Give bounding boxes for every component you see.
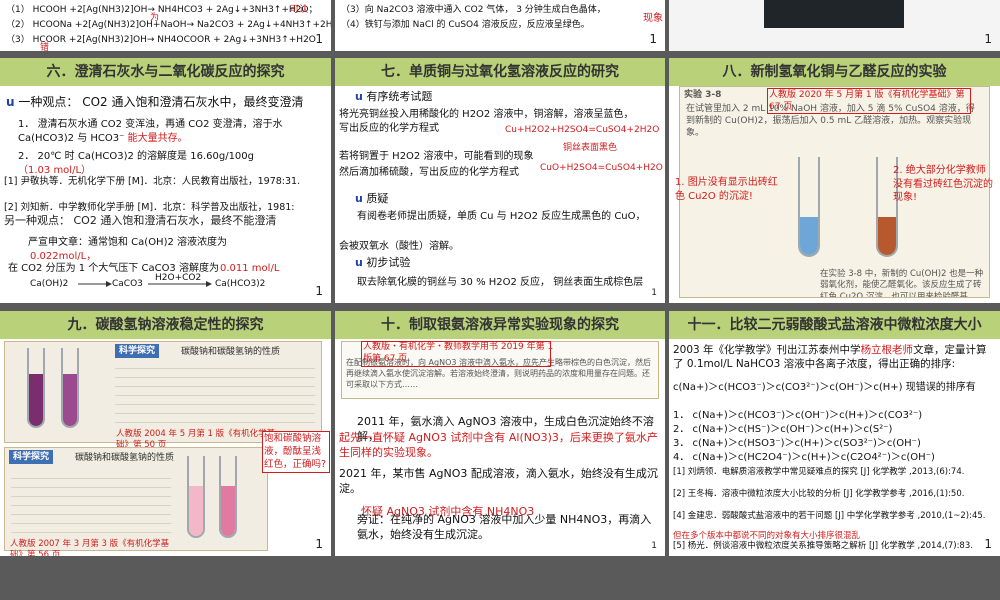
note-acceptable: 可认 bbox=[290, 5, 309, 15]
slide-title: 十．制取银氨溶液异常实验现象的探究 bbox=[335, 311, 665, 339]
test-tube-light-2 bbox=[219, 456, 237, 538]
evidence: 旁证：在纯净的 AgNO3 溶液中加入少量 NH4NO3，再滴入氨水，始终没有生… bbox=[357, 513, 652, 541]
slide-experiment-phenomena[interactable]: （3）向 Na2CO3 溶液中通入 CO2 气体， 3 分钟生成白色晶体， （4… bbox=[335, 0, 665, 51]
test-tube-blue bbox=[798, 157, 820, 257]
page-number: 1 bbox=[315, 283, 323, 298]
doubt-text-2: 会被双氧水（酸性）溶解。 bbox=[339, 241, 459, 252]
question-note: 饱和碳酸钠溶液，酚酞呈浅红色，正确吗? bbox=[262, 431, 330, 474]
slide-title: 八．新制氢氧化铜与乙醛反应的实验 bbox=[669, 58, 1000, 86]
page-number: 1 bbox=[651, 287, 657, 298]
slide-limewater-co2[interactable]: 六．澄清石灰水与二氧化碳反应的探究 u 一种观点： CO2 通入饱和澄清石灰水中… bbox=[0, 58, 331, 303]
observation-note-1: 1. 图片没有显示出砖红色 Cu2O 的沉淀! bbox=[675, 177, 778, 202]
reference-1: [1] 尹敬执等．无机化学下册 [M]．北京：人民教育出版社，1978:31. bbox=[4, 176, 301, 187]
slide-silver-ammonia[interactable]: 十．制取银氨溶液异常实验现象的探究 在配制银氨溶液时，向 AgNO3 溶液中滴入… bbox=[335, 311, 665, 556]
equation-line-2: （2） HCOONa +2[Ag(NH3)2]OH+NaOH→ Na2CO3 +… bbox=[6, 20, 331, 30]
page-number: 1 bbox=[651, 540, 657, 551]
slide-cuoh2-acetaldehyde[interactable]: 八．新制氢氧化铜与乙醛反应的实验 实验 3-8 在试管里加入 2 mL 10% … bbox=[669, 58, 1000, 303]
wrong-order-3: 3． c(Na+)＞c(HSO3⁻)＞c(H+)＞c(SO3²⁻)＞c(OH⁻) bbox=[673, 438, 921, 449]
point-one: 1． 澄清石灰水通 CO2 变浑浊，再通 CO2 变澄清，溶于水 Ca(HCO3… bbox=[18, 119, 283, 144]
test-tube-pink-1 bbox=[27, 348, 45, 428]
heading-exam-question: u 有序统考试题 bbox=[355, 90, 433, 103]
case-2021: 2021 年，某市售 AgNO3 配成溶液，滴入氨水，始终没有生成沉淀。 bbox=[339, 467, 658, 495]
source-box bbox=[767, 88, 971, 114]
slide-copper-h2o2[interactable]: 七．单质铜与过氧化氢溶液反应的研究 u 有序统考试题 将光亮铜丝投入用稀酸化的 … bbox=[335, 58, 665, 303]
note-phenomenon: 现象 bbox=[643, 13, 663, 24]
page-number: 1 bbox=[984, 31, 992, 46]
ref-jin: [4] 金建忠．弱酸酸式盐溶液中的若干问题 [J] 中学化学教学参考 ,2010… bbox=[673, 511, 986, 521]
equation-line-3: （3） HCOOR +2[Ag(NH3)2]OH→ NH4OCOOR + 2Ag… bbox=[6, 35, 316, 45]
answer-1: Cu+H2O2+H2SO4=CuSO4+2H2O bbox=[505, 125, 660, 135]
ref-wang: [2] 王冬梅．溶液中微粒浓度大小比较的分析 [J] 化学教学参考 ,2016,… bbox=[673, 489, 965, 499]
textbook-scan-2007: 科学探究 碳酸钠和碳酸氢钠的性质 bbox=[4, 447, 268, 551]
page-number: 1 bbox=[984, 536, 992, 551]
experiment-explanation: 在实验 3-8 中，新制的 Cu(OH)2 也是一种弱氧化剂，能使乙醛氧化。该反… bbox=[820, 269, 984, 298]
test-text: 取去除氧化膜的铜丝与 30 % H2O2 反应， 铜丝表面生成棕色层 bbox=[357, 277, 644, 288]
ref-yang: [5] 杨光．例谈溶液中微粒浓度关系推导策略之解析 [J] 化学教学 ,2014… bbox=[673, 541, 973, 551]
note-wrong: 错 bbox=[40, 43, 50, 51]
question-2: 若将铜置于 H2O2 溶液中，可能看到的现象 bbox=[339, 151, 534, 162]
classroom-photo bbox=[764, 0, 904, 28]
wrong-order-1: 1． c(Na+)＞c(HCO3⁻)＞c(OH⁻)＞c(H+)＞c(CO3²⁻) bbox=[673, 410, 923, 421]
answer-2: 铜丝表面黑色 bbox=[563, 143, 618, 153]
viewpoint-one: u 一种观点： CO2 通入饱和澄清石灰水中，最终变澄清 bbox=[6, 95, 304, 109]
slide-particle-concentration[interactable]: 十一．比较二元弱酸酸式盐溶液中微粒浓度大小 2003 年《化学教学》刊出江苏泰州… bbox=[669, 311, 1000, 556]
yan-article: 严宣申文章：通常饱和 Ca(OH)2 溶液浓度为 bbox=[28, 237, 228, 248]
textbook-scan-2004: 科学探究 碳酸钠和碳酸氢钠的性质 bbox=[4, 341, 322, 443]
point-two: 2． 20℃ 时 Ca(HCO3)2 的溶解度是 16.60g/100g （1.… bbox=[18, 151, 255, 176]
science-inquiry-label-2: 科学探究 bbox=[9, 450, 54, 465]
equation-line-1: （1） HCOOH +2[Ag(NH3)2]OH→ NH4HCO3 + 2Ag↓… bbox=[6, 5, 318, 15]
slide-title: 九．碳酸氢钠溶液稳定性的探究 bbox=[0, 311, 331, 339]
slide-photo[interactable]: 1 bbox=[669, 0, 1000, 51]
page-number: 1 bbox=[315, 536, 323, 551]
slide-silver-mirror-equations[interactable]: （1） HCOOH +2[Ag(NH3)2]OH→ NH4HCO3 + 2Ag↓… bbox=[0, 0, 331, 51]
slide-title: 六．澄清石灰水与二氧化碳反应的探究 bbox=[0, 58, 331, 86]
phenomenon-line-3: （3）向 Na2CO3 溶液中通入 CO2 气体， 3 分钟生成白色晶体， bbox=[341, 5, 606, 15]
slide-nahco3-stability[interactable]: 九．碳酸氢钠溶液稳定性的探究 科学探究 碳酸钠和碳酸氢钠的性质 人教版 2004… bbox=[0, 311, 331, 556]
wrong-order-4: 4． c(Na+)＞c(HC2O4⁻)＞c(H+)＞c(C2O4²⁻)＞c(OH… bbox=[673, 452, 935, 463]
science-inquiry-subtitle: 碳酸钠和碳酸氢钠的性质 bbox=[181, 347, 281, 357]
test-tube-light-1 bbox=[187, 456, 205, 538]
eq-reactant: Ca(OH)2 bbox=[30, 279, 69, 289]
experiment-badge: 实验 3-8 bbox=[684, 90, 722, 100]
test-tube-pink-2 bbox=[61, 348, 79, 428]
heading-doubt: u 质疑 bbox=[355, 192, 389, 205]
wrong-order-2: 2． c(Na+)＞c(HS⁻)＞c(OH⁻)＞c(H+)＞c(S²⁻) bbox=[673, 424, 893, 435]
science-inquiry-subtitle-2: 碳酸钠和碳酸氢钠的性质 bbox=[75, 453, 175, 463]
viewpoint-two: 另一种观点： CO2 通入饱和澄清石灰水，最终不能澄清 bbox=[4, 214, 277, 227]
solubility-value: 0.011 mol/L bbox=[220, 263, 280, 274]
intro-text: 2003 年《化学教学》刊出江苏泰州中学杨立根老师文章，定量计算了 0.1mol… bbox=[673, 344, 987, 371]
page-number: 1 bbox=[649, 31, 657, 46]
procedure-text-block bbox=[115, 360, 315, 430]
procedure-text-block-2 bbox=[11, 470, 171, 540]
case-2011-detail: 起先一直怀疑 AgNO3 试剂中含有 Al(NO3)3，后来更换了氨水产生同样的… bbox=[339, 431, 658, 459]
ref-liu: [1] 刘炳领．电解质溶液教学中常见疑难点的探究 [J] 化学教学 ,2013,… bbox=[673, 467, 965, 477]
slide-title: 七．单质铜与过氧化氢溶液反应的研究 bbox=[335, 58, 665, 86]
reaction-arrows bbox=[78, 281, 212, 287]
slide-title: 十一．比较二元弱酸酸式盐溶液中微粒浓度大小 bbox=[669, 311, 1000, 339]
science-inquiry-label: 科学探究 bbox=[115, 344, 160, 359]
source-box bbox=[361, 341, 551, 367]
observation-note-2: 2. 绝大部分化学教师没有看过砖红色沉淀的现象! bbox=[893, 165, 993, 203]
heading-preliminary-test: u 初步试验 bbox=[355, 256, 411, 269]
note-acceptable-2: 为 bbox=[150, 13, 160, 23]
doubt-text-1: 有阅卷老师提出质疑，单质 Cu 与 H2O2 反应生成黑色的 CuO， bbox=[357, 211, 646, 222]
answer-3: CuO+H2SO4=CuSO4+H2O bbox=[540, 163, 663, 173]
source-2007: 人教版 2007 年 3 月第 3 版《有机化学基础》第 56 页 bbox=[10, 539, 170, 556]
reference-2: [2] 刘知新．中学教师化学手册 [M]．北京：科学普及出版社，1981: bbox=[4, 202, 295, 213]
question-3: 然后滴加稀硫酸，写出反应的化学方程式 bbox=[339, 167, 519, 178]
phenomenon-line-4: （4）铁钉与添加 NaCl 的 CuSO4 溶液反应，反应液呈绿色。 bbox=[341, 20, 590, 30]
correct-order: c(Na+)＞c(HCO3⁻)＞c(CO3²⁻)＞c(OH⁻)＞c(H+) 现错… bbox=[673, 382, 976, 393]
page-number: 1 bbox=[315, 31, 323, 46]
